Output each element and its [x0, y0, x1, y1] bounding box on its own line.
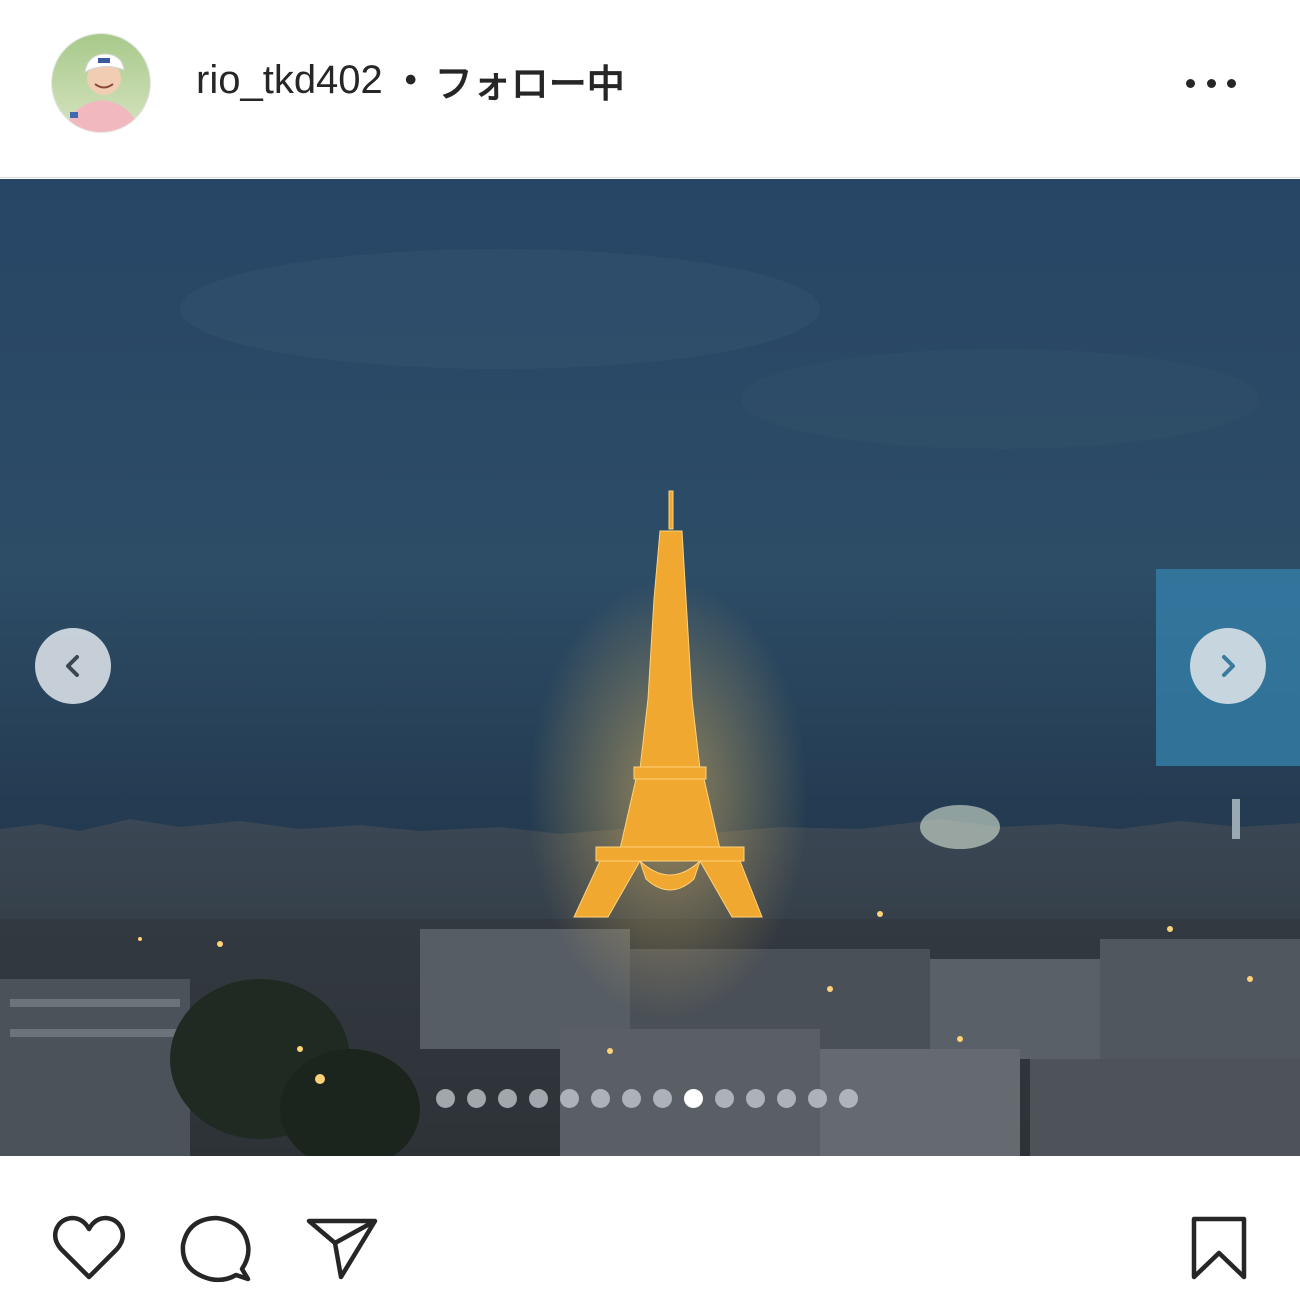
next-slide-button[interactable] — [1190, 628, 1266, 704]
carousel-dot — [777, 1088, 796, 1108]
heart-icon[interactable] — [52, 1215, 126, 1281]
avatar[interactable] — [51, 33, 151, 133]
post-header: rio_tkd402 • フォロー中 — [0, 0, 1300, 178]
chevron-left-icon — [66, 655, 79, 677]
carousel-dot — [560, 1088, 579, 1108]
comment-icon[interactable] — [178, 1213, 252, 1285]
carousel-dot — [746, 1088, 765, 1108]
carousel-dot — [467, 1088, 486, 1108]
send-icon[interactable] — [305, 1215, 379, 1281]
carousel-dot — [591, 1088, 610, 1108]
carousel-dot — [653, 1088, 672, 1108]
carousel-dot — [808, 1088, 827, 1108]
more-options-icon[interactable] — [1180, 66, 1242, 100]
username-row: rio_tkd402 • フォロー中 — [196, 54, 625, 106]
action-bar — [0, 1157, 1300, 1295]
follow-status-button[interactable]: フォロー中 — [435, 53, 625, 108]
carousel-dot — [498, 1088, 517, 1108]
carousel-dot — [839, 1088, 858, 1108]
carousel-indicator — [436, 1088, 858, 1108]
bookmark-icon[interactable] — [1190, 1215, 1250, 1283]
previous-slide-button[interactable] — [35, 628, 111, 704]
post-image — [0, 179, 1300, 1156]
carousel-dot — [622, 1088, 641, 1108]
chevron-right-icon — [1222, 655, 1235, 677]
carousel-dot — [529, 1088, 548, 1108]
carousel-dot-active — [684, 1088, 703, 1108]
separator-dot: • — [404, 60, 417, 99]
carousel-dot — [715, 1088, 734, 1108]
carousel-dot — [436, 1088, 455, 1108]
username[interactable]: rio_tkd402 — [196, 58, 383, 103]
